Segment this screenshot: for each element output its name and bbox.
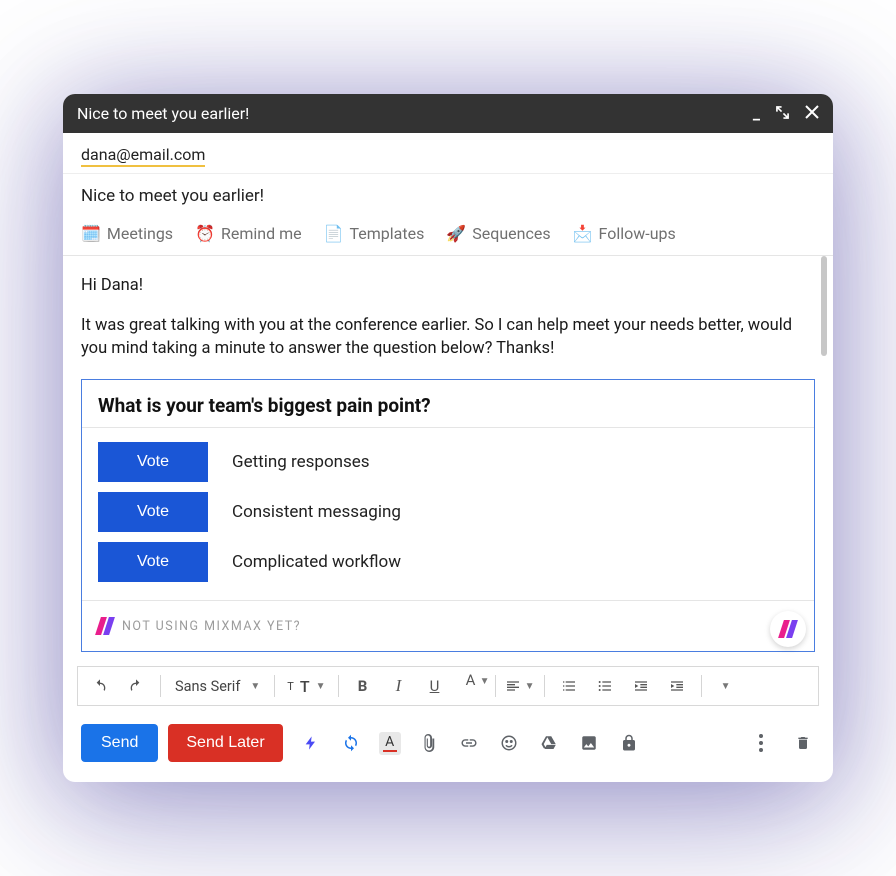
action-icons: A — [299, 731, 739, 755]
poll-footer-cta[interactable]: NOT USING MIXMAX YET? — [96, 617, 301, 635]
italic-button[interactable]: I — [383, 671, 415, 701]
sync-icon[interactable] — [339, 731, 363, 755]
templates-button[interactable]: 📄 Templates — [324, 224, 425, 243]
link-icon[interactable] — [457, 731, 481, 755]
meetings-label: Meetings — [107, 224, 173, 243]
poll-row: Vote Getting responses — [98, 442, 798, 482]
lock-time-icon[interactable] — [617, 731, 641, 755]
poll-options: Vote Getting responses Vote Consistent m… — [82, 428, 814, 600]
text-format-button[interactable]: A — [379, 732, 401, 755]
poll-question: What is your team's biggest pain point? — [82, 380, 814, 428]
mixmax-toolbar: 🗓️ Meetings ⏰ Remind me 📄 Templates 🚀 Se… — [63, 218, 833, 256]
subject-input[interactable]: Nice to meet you earlier! — [63, 174, 833, 218]
trash-icon[interactable] — [791, 731, 815, 755]
vote-button[interactable]: Vote — [98, 442, 208, 482]
calendar-icon: 🗓️ — [81, 224, 101, 243]
envelope-icon: 📩 — [573, 224, 593, 243]
redo-button[interactable] — [120, 671, 152, 701]
font-label: Sans Serif — [175, 678, 240, 695]
separator — [160, 675, 161, 697]
scrollbar[interactable] — [821, 256, 827, 356]
recipient-chip[interactable]: dana@email.com — [81, 145, 205, 167]
separator — [544, 675, 545, 697]
send-button[interactable]: Send — [81, 724, 158, 762]
separator — [274, 675, 275, 697]
right-actions — [749, 731, 815, 755]
close-icon[interactable] — [805, 104, 819, 123]
templates-label: Templates — [350, 224, 425, 243]
text-color-button[interactable]: A ▼ — [455, 671, 487, 701]
remind-button[interactable]: ⏰ Remind me — [195, 224, 302, 243]
to-field[interactable]: dana@email.com — [63, 133, 833, 174]
mixmax-logo-icon — [779, 620, 797, 638]
more-options-icon[interactable] — [749, 731, 773, 755]
poll-row: Vote Complicated workflow — [98, 542, 798, 582]
meetings-button[interactable]: 🗓️ Meetings — [81, 224, 173, 243]
greeting-text: Hi Dana! — [81, 274, 815, 298]
followups-button[interactable]: 📩 Follow-ups — [573, 224, 676, 243]
chevron-down-icon: ▼ — [525, 681, 535, 692]
poll-footer-label: NOT USING MIXMAX YET? — [122, 619, 301, 634]
separator — [701, 675, 702, 697]
sequences-label: Sequences — [472, 224, 550, 243]
poll-option-label: Consistent messaging — [232, 502, 401, 522]
more-format-button[interactable]: ▼ — [710, 671, 742, 701]
vote-button[interactable]: Vote — [98, 492, 208, 532]
minimize-icon[interactable]: _ — [753, 104, 760, 123]
image-icon[interactable] — [577, 731, 601, 755]
format-toolbar: Sans Serif ▼ TT ▼ B I U A ▼ ▼ — [77, 666, 819, 706]
font-size-button[interactable]: TT ▼ — [283, 677, 329, 696]
chevron-down-icon: ▼ — [316, 681, 326, 692]
titlebar: Nice to meet you earlier! _ — [63, 94, 833, 133]
emoji-icon[interactable] — [497, 731, 521, 755]
attach-icon[interactable] — [417, 731, 441, 755]
vote-button[interactable]: Vote — [98, 542, 208, 582]
poll-row: Vote Consistent messaging — [98, 492, 798, 532]
expand-icon[interactable] — [776, 104, 789, 123]
chevron-down-icon: ▼ — [250, 681, 260, 692]
action-bar: Send Send Later A — [63, 706, 833, 782]
align-button[interactable]: ▼ — [504, 671, 536, 701]
separator — [338, 675, 339, 697]
mixmax-badge[interactable] — [770, 611, 806, 647]
body-text: Hi Dana! It was great talking with you a… — [81, 274, 815, 362]
compose-window: Nice to meet you earlier! _ dana@email.c… — [63, 94, 833, 783]
page-icon: 📄 — [324, 224, 344, 243]
bold-button[interactable]: B — [347, 671, 379, 701]
underline-button[interactable]: U — [419, 671, 451, 701]
send-later-button[interactable]: Send Later — [168, 724, 282, 762]
poll-card: What is your team's biggest pain point? … — [81, 379, 815, 652]
poll-option-label: Complicated workflow — [232, 552, 401, 572]
email-body[interactable]: Hi Dana! It was great talking with you a… — [63, 256, 833, 653]
sequences-button[interactable]: 🚀 Sequences — [446, 224, 550, 243]
lightning-icon[interactable] — [299, 731, 323, 755]
poll-option-label: Getting responses — [232, 452, 370, 472]
titlebar-controls: _ — [753, 104, 819, 123]
drive-icon[interactable] — [537, 731, 561, 755]
bulleted-list-button[interactable] — [589, 671, 621, 701]
undo-button[interactable] — [84, 671, 116, 701]
rocket-icon: 🚀 — [446, 224, 466, 243]
window-title: Nice to meet you earlier! — [77, 104, 249, 123]
followups-label: Follow-ups — [599, 224, 676, 243]
numbered-list-button[interactable] — [553, 671, 585, 701]
body-paragraph: It was great talking with you at the con… — [81, 314, 815, 362]
chevron-down-icon: ▼ — [721, 681, 731, 692]
font-select[interactable]: Sans Serif ▼ — [169, 678, 266, 695]
indent-less-button[interactable] — [625, 671, 657, 701]
remind-label: Remind me — [221, 224, 302, 243]
separator — [495, 675, 496, 697]
chevron-down-icon: ▼ — [480, 676, 490, 687]
poll-footer: NOT USING MIXMAX YET? — [82, 600, 814, 651]
indent-more-button[interactable] — [661, 671, 693, 701]
mixmax-logo-icon — [96, 617, 114, 635]
alarm-icon: ⏰ — [195, 224, 215, 243]
